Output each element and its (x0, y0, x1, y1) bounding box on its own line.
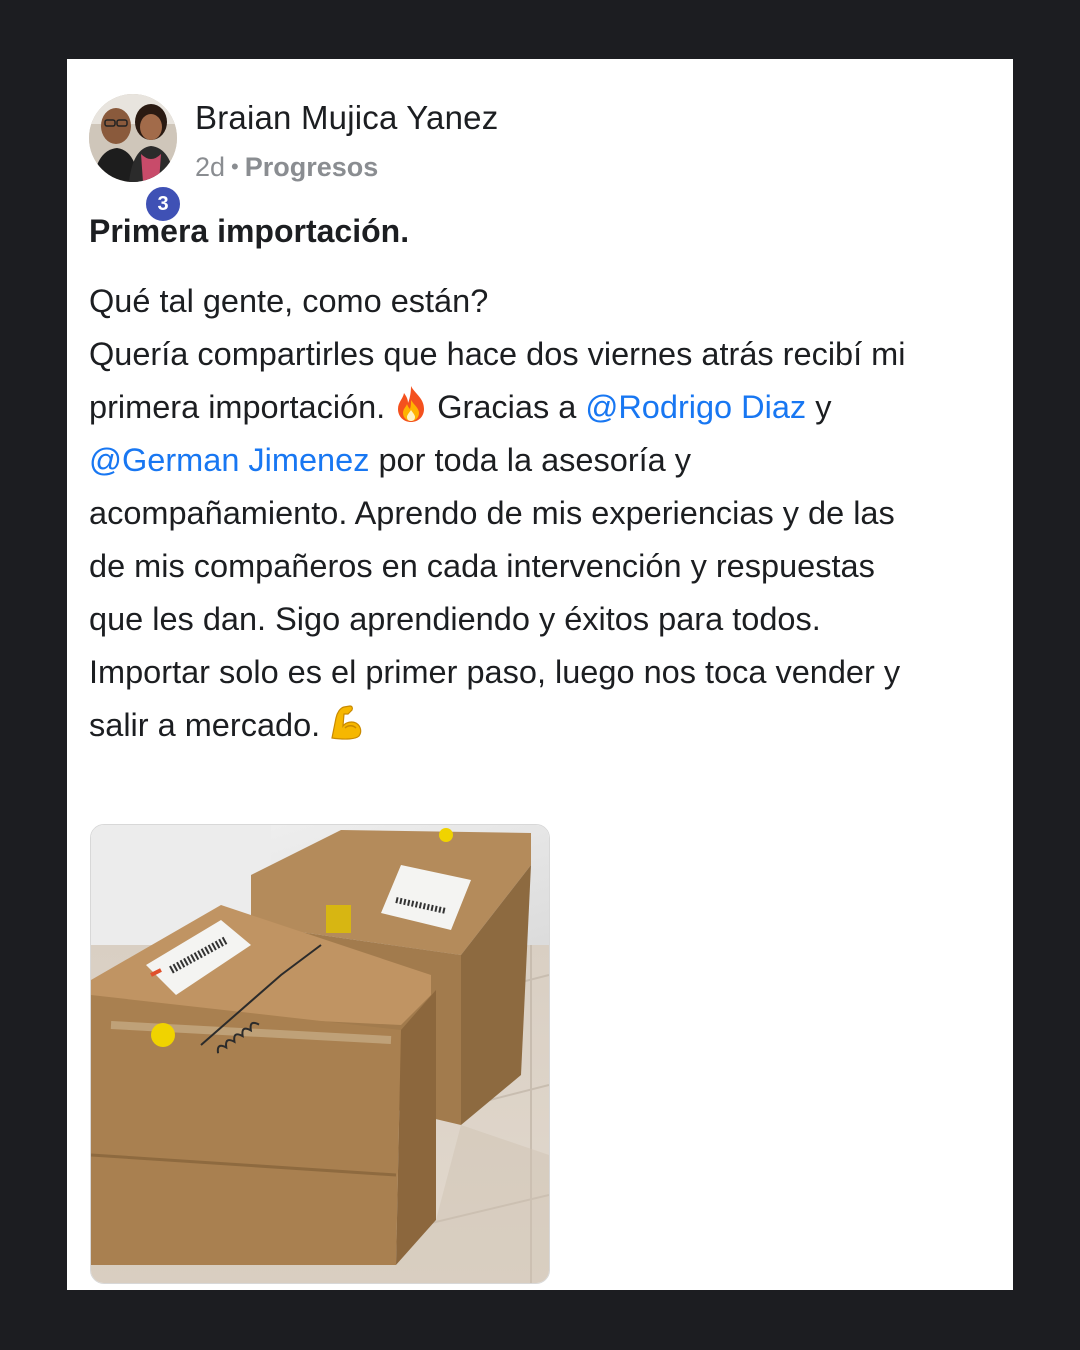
flexed-biceps-emoji-icon (326, 702, 366, 742)
body-text: Gracias a (437, 389, 577, 425)
post-title: Primera importación. (89, 213, 410, 249)
author-avatar[interactable]: 3 (89, 94, 183, 224)
body-line: de mis compañeros en cada intervención y… (89, 548, 875, 584)
mention-german-jimenez[interactable]: @German Jimenez (89, 442, 369, 478)
body-line: @German Jimenez por toda la asesoría y (89, 434, 989, 487)
avatar-photo-icon (89, 94, 177, 182)
body-line: acompañamiento. Aprendo de mis experienc… (89, 495, 895, 531)
post-body: Qué tal gente, como están? Quería compar… (89, 275, 989, 752)
fire-emoji-icon (391, 384, 431, 424)
post-time: 2d (195, 152, 226, 182)
body-text: y (815, 389, 832, 425)
body-line: Qué tal gente, como están? (89, 283, 489, 319)
body-text: salir a mercado. (89, 707, 321, 743)
body-text: primera importación. (89, 389, 386, 425)
mention-rodrigo-diaz[interactable]: @Rodrigo Diaz (585, 389, 806, 425)
body-text: por toda la asesoría y (378, 442, 692, 478)
meta-separator: • (231, 154, 239, 179)
post-card: 3 Braian Mujica Yanez 2d • Progresos Prime… (67, 59, 1013, 1290)
body-line: Importar solo es el primer paso, luego n… (89, 654, 901, 690)
body-line: salir a mercado. (89, 699, 989, 752)
author-name[interactable]: Braian Mujica Yanez (195, 99, 498, 137)
body-line: que les dan. Sigo aprendiendo y éxitos p… (89, 601, 821, 637)
cardboard-boxes-photo (91, 825, 549, 1283)
body-line: Quería compartirles que hace dos viernes… (89, 336, 906, 372)
post-photo[interactable] (90, 824, 550, 1284)
body-line: primera importación. Gracias a @Rodrigo D… (89, 381, 989, 434)
post-category[interactable]: Progresos (245, 152, 379, 182)
post-meta: 2d • Progresos (195, 152, 378, 183)
